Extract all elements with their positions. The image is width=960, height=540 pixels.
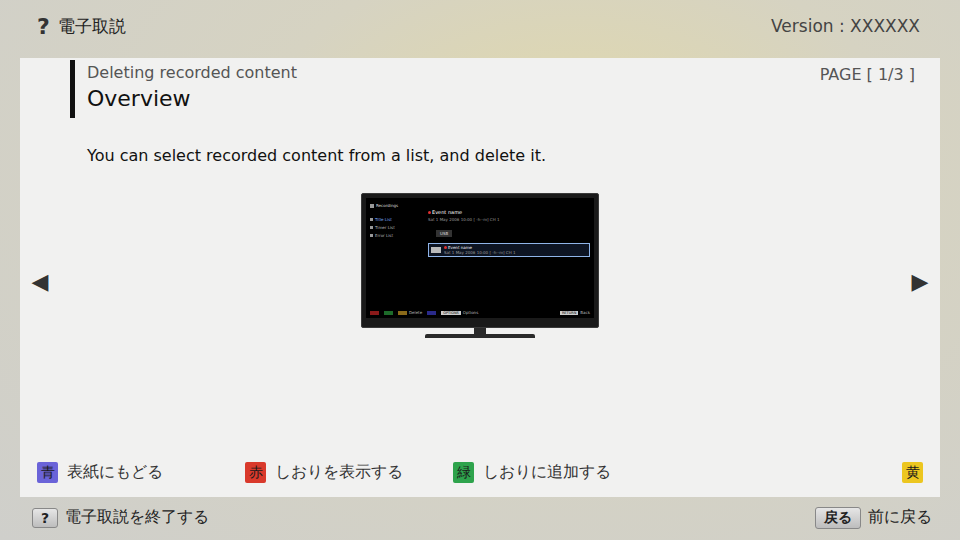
next-page-icon[interactable]: ▶: [900, 118, 940, 457]
footer-bar: ? 電子取説を終了する 戻る 前に戻る: [0, 497, 960, 540]
tv-color-key: [427, 311, 436, 315]
page-number: PAGE [ 1/3 ]: [820, 60, 915, 84]
page-content: You can select recorded content from a l…: [60, 118, 900, 457]
tv-bezel: Recordings Title List Timer List Error Lis…: [361, 193, 599, 328]
menu-title: Recordings: [370, 203, 422, 208]
tv-color-key: Delete: [398, 310, 422, 315]
page-header: Deleting recorded content Overview PAGE …: [20, 58, 940, 118]
version-label: Version : XXXXXX: [771, 16, 920, 36]
go-back[interactable]: 戻る 前に戻る: [815, 507, 932, 529]
content-panel: Deleting recorded content Overview PAGE …: [20, 58, 940, 497]
tv-options-key: OPTIONSOptions: [441, 310, 478, 315]
menu-item[interactable]: Title List: [370, 217, 422, 222]
row-info: Sat 1 May 2006 10:00 [ -h--m] CH 1: [444, 250, 515, 255]
menu-item[interactable]: Timer List: [370, 225, 422, 230]
color-key-badge: 赤: [245, 462, 266, 483]
help-screen: ? 電子取説 Version : XXXXXX Deleting recorde…: [0, 0, 960, 540]
color-key[interactable]: 緑 しおりに追加する: [453, 462, 661, 483]
top-bar: ? 電子取説 Version : XXXXXX: [0, 0, 960, 58]
color-key-badge: 黄: [902, 462, 923, 483]
tv-key-bar: Delete OPTIONSOptions RETURNBack: [366, 310, 594, 318]
recording-row[interactable]: Event name Sat 1 May 2006 10:00 [ -h--m]…: [428, 243, 590, 257]
tv-screen: Recordings Title List Timer List Error Lis…: [366, 198, 594, 318]
usb-button[interactable]: USB: [436, 230, 452, 237]
manual-name: 電子取説: [58, 15, 126, 38]
thumbnail: [431, 247, 441, 253]
color-key-label: しおりに追加する: [483, 462, 611, 483]
help-icon: ?: [37, 14, 50, 39]
list-icon: [370, 226, 373, 229]
exit-label: 電子取説を終了する: [65, 507, 209, 528]
tv-color-key: [370, 311, 379, 315]
recording-details: Event name Sat 1 May 2006 10:00 [ -h--m]…: [428, 203, 590, 310]
back-label: 前に戻る: [868, 507, 932, 528]
color-key-bar: 青 表紙にもどる赤 しおりを表示する緑 しおりに追加する黄: [20, 457, 940, 497]
list-icon: [370, 218, 373, 221]
back-key: 戻る: [815, 507, 861, 529]
color-key[interactable]: 黄: [902, 462, 923, 483]
color-key[interactable]: 赤 しおりを表示する: [245, 462, 453, 483]
prev-page-icon[interactable]: ◀: [20, 118, 60, 457]
event-title: Event name: [428, 209, 590, 215]
color-key[interactable]: 青 表紙にもどる: [37, 462, 245, 483]
tv-color-key: [384, 311, 393, 315]
manual-title: ? 電子取説: [37, 14, 126, 39]
row-title: Event name: [444, 245, 515, 250]
recordings-icon: [370, 204, 374, 208]
list-icon: [370, 234, 373, 237]
exit-manual[interactable]: ? 電子取説を終了する: [32, 507, 209, 528]
help-key: ?: [32, 508, 58, 528]
body-text: You can select recorded content from a l…: [87, 146, 900, 165]
event-info: Sat 1 May 2006 10:00 [ -h--m] CH 1: [428, 217, 590, 222]
menu-item[interactable]: Error List: [370, 233, 422, 238]
section-title: Deleting recorded content: [87, 63, 297, 82]
color-key-label: しおりを表示する: [275, 462, 403, 483]
color-key-badge: 緑: [453, 462, 474, 483]
page-title: Overview: [87, 86, 297, 111]
tv-stand: [425, 334, 535, 338]
color-key-badge: 青: [37, 462, 58, 483]
rec-dot-icon: [444, 246, 447, 249]
page-body: ◀ You can select recorded content from a…: [20, 118, 940, 457]
color-key-label: 表紙にもどる: [67, 462, 163, 483]
page-titles: Deleting recorded content Overview: [70, 60, 297, 118]
rec-dot-icon: [428, 211, 431, 214]
recordings-menu: Recordings Title List Timer List Error Lis…: [370, 203, 422, 310]
tv-back-key: RETURNBack: [560, 310, 590, 315]
tv-illustration: Recordings Title List Timer List Error Lis…: [361, 193, 599, 338]
